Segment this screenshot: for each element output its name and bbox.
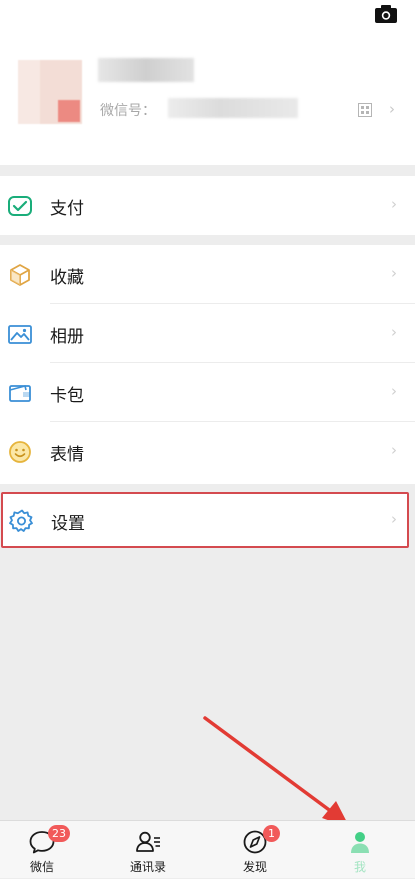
- menu-label-settings: 设置: [51, 514, 85, 534]
- menu-label-pay: 支付: [50, 199, 84, 219]
- chevron-right-icon: ›: [391, 195, 397, 213]
- pay-group: 支付 ›: [0, 176, 415, 235]
- wechat-id-redacted: [168, 98, 298, 118]
- menu-item-pay[interactable]: 支付 ›: [0, 176, 415, 235]
- tab-label-wechat: 微信: [29, 860, 54, 874]
- services-group: 收藏 › 相册 › 卡包 › 表情 ›: [0, 245, 415, 484]
- tab-label-me: 我: [353, 860, 366, 874]
- tab-label-discover: 发现: [242, 860, 267, 874]
- tab-contacts[interactable]: 通讯录: [108, 821, 188, 879]
- album-photo-icon: [8, 325, 32, 344]
- avatar[interactable]: [18, 60, 82, 124]
- menu-item-stickers[interactable]: 表情 ›: [0, 422, 415, 481]
- chevron-right-icon: ›: [391, 323, 397, 341]
- nickname-redacted: [98, 58, 194, 82]
- menu-label-favorites: 收藏: [50, 268, 84, 288]
- menu-label-stickers: 表情: [50, 445, 84, 465]
- wechat-id-label: 微信号：: [100, 103, 156, 119]
- menu-label-card-wallet: 卡包: [50, 386, 84, 406]
- camera-icon[interactable]: [374, 4, 398, 24]
- chevron-right-icon: ›: [391, 510, 397, 528]
- unread-badge: 23: [48, 825, 70, 842]
- bottom-tab-bar: 23 微信 通讯录 1 发现 我: [0, 820, 415, 878]
- menu-item-settings[interactable]: 设置 ›: [3, 494, 407, 546]
- gear-icon: [9, 509, 33, 532]
- tab-me[interactable]: 我: [320, 821, 400, 879]
- menu-item-favorites[interactable]: 收藏 ›: [0, 245, 415, 304]
- tab-wechat[interactable]: 23 微信: [2, 821, 82, 879]
- sticker-smile-icon: [9, 441, 31, 463]
- menu-item-card-wallet[interactable]: 卡包 ›: [0, 363, 415, 422]
- wechat-pay-icon: [8, 196, 32, 216]
- menu-label-album: 相册: [50, 327, 84, 347]
- tab-label-contacts: 通讯录: [129, 860, 166, 874]
- chevron-right-icon: ›: [391, 264, 397, 282]
- me-person-icon: [351, 832, 369, 853]
- notification-badge: 1: [263, 825, 280, 842]
- profile-chevron-right-icon: ›: [389, 100, 395, 118]
- qr-code-icon[interactable]: [358, 103, 372, 117]
- chevron-right-icon: ›: [391, 441, 397, 459]
- tab-discover[interactable]: 1 发现: [215, 821, 295, 879]
- favorites-cube-icon: [10, 264, 30, 286]
- menu-item-album[interactable]: 相册 ›: [0, 304, 415, 363]
- contacts-icon: [136, 831, 160, 852]
- card-wallet-icon: [9, 385, 31, 402]
- profile-card[interactable]: 微信号： ›: [0, 0, 415, 165]
- chevron-right-icon: ›: [391, 382, 397, 400]
- settings-group: 设置 ›: [1, 492, 409, 548]
